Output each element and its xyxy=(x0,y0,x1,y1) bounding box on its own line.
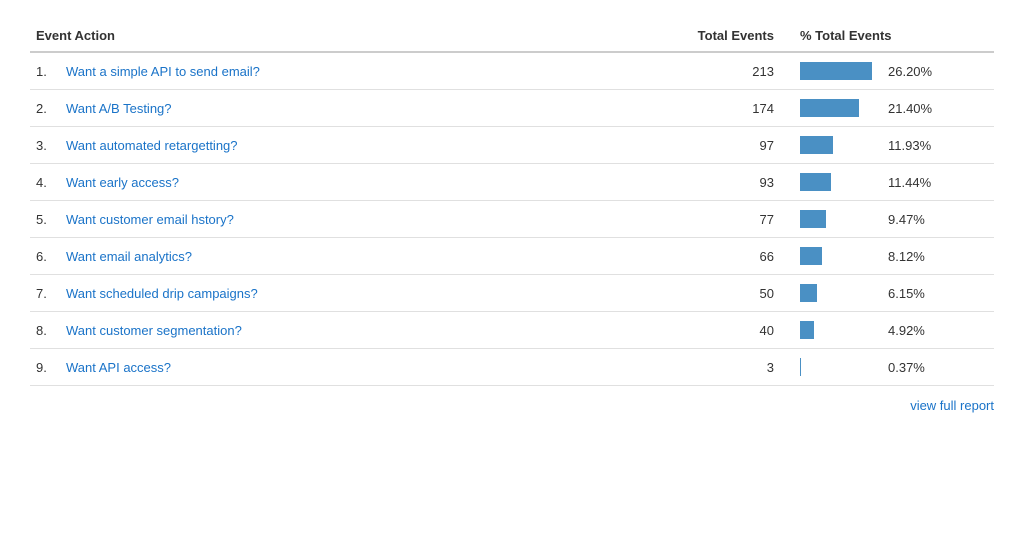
events-table: Event Action Total Events % Total Events… xyxy=(30,20,994,386)
row-rank: 3. xyxy=(30,127,60,164)
footer: view full report xyxy=(30,398,994,413)
row-rank: 9. xyxy=(30,349,60,386)
pct-text: 11.44% xyxy=(888,175,931,190)
table-row: 4. Want early access? 93 11.44% xyxy=(30,164,994,201)
header-action: Event Action xyxy=(30,20,674,52)
row-total: 50 xyxy=(674,275,794,312)
pct-text: 6.15% xyxy=(888,286,925,301)
bar xyxy=(800,99,859,117)
row-pct: 8.12% xyxy=(794,238,994,275)
row-rank: 7. xyxy=(30,275,60,312)
row-pct: 11.93% xyxy=(794,127,994,164)
header-total: Total Events xyxy=(674,20,794,52)
pct-text: 0.37% xyxy=(888,360,925,375)
action-link[interactable]: Want customer segmentation? xyxy=(66,323,242,338)
row-total: 213 xyxy=(674,52,794,90)
action-link[interactable]: Want early access? xyxy=(66,175,179,190)
row-rank: 2. xyxy=(30,90,60,127)
bar xyxy=(800,321,814,339)
row-pct: 9.47% xyxy=(794,201,994,238)
action-link[interactable]: Want A/B Testing? xyxy=(66,101,172,116)
row-pct: 21.40% xyxy=(794,90,994,127)
row-action: Want email analytics? xyxy=(60,238,674,275)
row-action: Want early access? xyxy=(60,164,674,201)
pct-text: 11.93% xyxy=(888,138,931,153)
action-link[interactable]: Want automated retargetting? xyxy=(66,138,238,153)
bar-wrap xyxy=(800,62,880,80)
table-row: 5. Want customer email hstory? 77 9.47% xyxy=(30,201,994,238)
pct-text: 4.92% xyxy=(888,323,925,338)
pct-text: 8.12% xyxy=(888,249,925,264)
row-rank: 1. xyxy=(30,52,60,90)
row-total: 174 xyxy=(674,90,794,127)
row-action: Want A/B Testing? xyxy=(60,90,674,127)
action-link[interactable]: Want email analytics? xyxy=(66,249,192,264)
table-row: 7. Want scheduled drip campaigns? 50 6.15% xyxy=(30,275,994,312)
row-rank: 4. xyxy=(30,164,60,201)
bar-wrap xyxy=(800,284,880,302)
bar-wrap xyxy=(800,210,880,228)
action-link[interactable]: Want scheduled drip campaigns? xyxy=(66,286,258,301)
bar-wrap xyxy=(800,136,880,154)
bar xyxy=(800,62,872,80)
row-rank: 6. xyxy=(30,238,60,275)
row-total: 40 xyxy=(674,312,794,349)
bar xyxy=(800,136,833,154)
action-link[interactable]: Want customer email hstory? xyxy=(66,212,234,227)
pct-text: 26.20% xyxy=(888,64,932,79)
row-pct: 0.37% xyxy=(794,349,994,386)
row-total: 3 xyxy=(674,349,794,386)
row-rank: 5. xyxy=(30,201,60,238)
table-row: 2. Want A/B Testing? 174 21.40% xyxy=(30,90,994,127)
bar-wrap xyxy=(800,99,880,117)
table-header-row: Event Action Total Events % Total Events xyxy=(30,20,994,52)
table-row: 6. Want email analytics? 66 8.12% xyxy=(30,238,994,275)
row-pct: 6.15% xyxy=(794,275,994,312)
bar-wrap xyxy=(800,173,880,191)
table-row: 9. Want API access? 3 0.37% xyxy=(30,349,994,386)
bar xyxy=(800,284,817,302)
row-total: 77 xyxy=(674,201,794,238)
row-action: Want automated retargetting? xyxy=(60,127,674,164)
row-rank: 8. xyxy=(30,312,60,349)
bar xyxy=(800,210,826,228)
row-pct: 26.20% xyxy=(794,52,994,90)
bar xyxy=(800,247,822,265)
bar-wrap xyxy=(800,321,880,339)
view-full-report-link[interactable]: view full report xyxy=(910,398,994,413)
pct-text: 21.40% xyxy=(888,101,932,116)
row-total: 93 xyxy=(674,164,794,201)
row-action: Want API access? xyxy=(60,349,674,386)
row-pct: 11.44% xyxy=(794,164,994,201)
bar-wrap xyxy=(800,247,880,265)
bar xyxy=(800,173,831,191)
pct-text: 9.47% xyxy=(888,212,925,227)
bar xyxy=(800,358,801,376)
table-row: 1. Want a simple API to send email? 213 26.… xyxy=(30,52,994,90)
row-pct: 4.92% xyxy=(794,312,994,349)
row-total: 66 xyxy=(674,238,794,275)
row-action: Want scheduled drip campaigns? xyxy=(60,275,674,312)
row-total: 97 xyxy=(674,127,794,164)
row-action: Want customer segmentation? xyxy=(60,312,674,349)
table-row: 3. Want automated retargetting? 97 11.93% xyxy=(30,127,994,164)
row-action: Want customer email hstory? xyxy=(60,201,674,238)
header-pct: % Total Events xyxy=(794,20,994,52)
action-link[interactable]: Want a simple API to send email? xyxy=(66,64,260,79)
action-link[interactable]: Want API access? xyxy=(66,360,171,375)
table-row: 8. Want customer segmentation? 40 4.92% xyxy=(30,312,994,349)
bar-wrap xyxy=(800,358,880,376)
row-action: Want a simple API to send email? xyxy=(60,52,674,90)
